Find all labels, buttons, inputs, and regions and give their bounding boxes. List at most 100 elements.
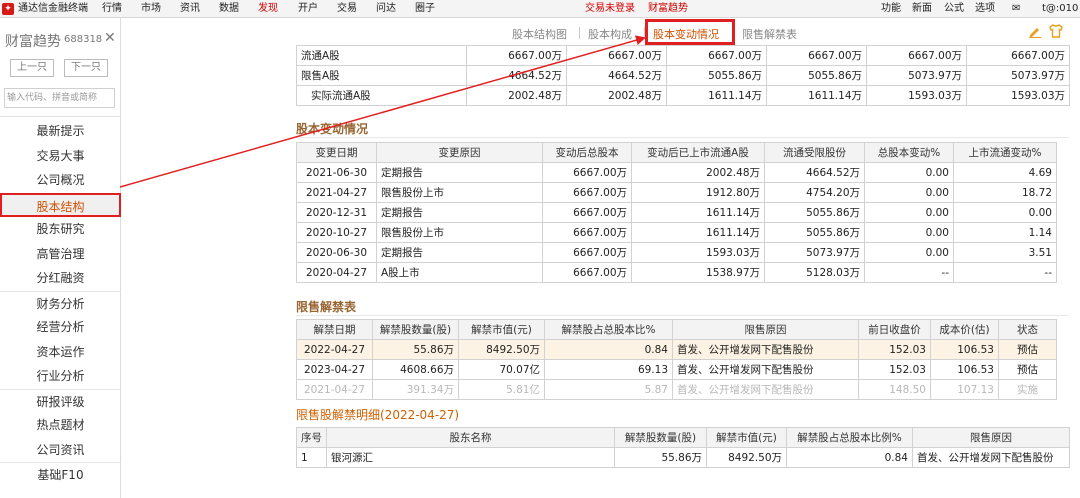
row-label: 实际流通A股 xyxy=(296,85,467,106)
table-cell: 3.51 xyxy=(953,242,1057,263)
sidebar-item[interactable]: 行业分析 xyxy=(0,364,121,389)
menu-item[interactable]: 行情 xyxy=(102,0,122,18)
divider xyxy=(0,116,121,117)
table-cell: 1 xyxy=(296,447,327,468)
sidebar-item[interactable]: 交易大事 xyxy=(0,144,121,169)
column-header: 限售原因 xyxy=(672,319,859,340)
tab-share-chart[interactable]: 股本结构图 xyxy=(512,26,567,42)
column-header: 变动后总股本 xyxy=(542,142,632,163)
prev-stock-button[interactable]: 上一只 xyxy=(10,59,54,77)
table-cell: 6667.00万 xyxy=(542,162,632,183)
shirt-icon[interactable] xyxy=(1048,23,1064,39)
table-cell: 限售股份上市 xyxy=(376,182,543,203)
table-row: 2021-06-30 定期报告 6667.00万 2002.48万 4664.5… xyxy=(296,162,1057,183)
table-cell: 1593.03万 xyxy=(631,242,765,263)
table-cell: 5073.97万 xyxy=(966,65,1070,86)
menu-item[interactable]: 数据 xyxy=(219,0,239,18)
tab-unlock-table[interactable]: 限售解禁表 xyxy=(742,26,797,42)
table-cell: 0.00 xyxy=(864,202,954,223)
table-cell: 69.13 xyxy=(544,359,673,380)
column-header: 上市流通变动% xyxy=(953,142,1057,163)
menu-item[interactable]: 问达 xyxy=(376,0,396,18)
table-cell: 55.86万 xyxy=(614,447,707,468)
table-row[interactable]: 2023-04-27 4608.66万 70.07亿 69.13 首发、公开增发… xyxy=(296,359,1057,380)
table-cell: 6667.00万 xyxy=(966,45,1070,66)
edit-icon[interactable] xyxy=(1028,24,1042,38)
sidebar-item[interactable]: 公司资讯 xyxy=(0,438,121,463)
server-label: t@:010 xyxy=(1042,3,1079,14)
trade-login-status[interactable]: 交易未登录 xyxy=(585,0,635,18)
table-cell: 定期报告 xyxy=(376,162,543,183)
sidebar-item[interactable]: 股东研究 xyxy=(0,217,121,242)
column-header: 变更原因 xyxy=(376,142,543,163)
column-header: 状态 xyxy=(998,319,1057,340)
sidebar-item[interactable]: 基础F10 xyxy=(0,462,121,487)
table-cell: 6667.00万 xyxy=(542,202,632,223)
table-cell: 预估 xyxy=(998,339,1057,360)
table-cell: 8492.50万 xyxy=(458,339,545,360)
menu-item-right[interactable]: 新面 xyxy=(912,0,932,18)
column-header: 解禁市值(元) xyxy=(706,427,787,448)
table-cell: 5055.86万 xyxy=(764,222,865,243)
tab-share-composition[interactable]: 股本构成 xyxy=(588,26,632,42)
table-cell: 4608.66万 xyxy=(372,359,459,380)
menu-item-active[interactable]: 发现 xyxy=(258,0,278,18)
menu-item-right[interactable]: 公式 xyxy=(944,0,964,18)
close-icon[interactable]: ✕ xyxy=(104,30,116,46)
column-header: 解禁股数量(股) xyxy=(372,319,459,340)
sidebar-item[interactable]: 财务分析 xyxy=(0,290,121,316)
table-cell: 实施 xyxy=(998,379,1057,400)
table-row: 1 银河源汇 55.86万 8492.50万 0.84 首发、公开增发网下配售股… xyxy=(296,447,1070,468)
divider xyxy=(296,137,1069,138)
menu-item[interactable]: 市场 xyxy=(141,0,161,18)
table-cell: 定期报告 xyxy=(376,202,543,223)
table-cell: 55.86万 xyxy=(372,339,459,360)
table-cell: 5073.97万 xyxy=(764,242,865,263)
sidebar-item[interactable]: 经营分析 xyxy=(0,315,121,340)
search-input[interactable]: 输入代码、拼音或简称 xyxy=(4,88,115,108)
table-cell: -- xyxy=(953,262,1057,283)
table-cell: 6667.00万 xyxy=(566,45,667,66)
next-stock-button[interactable]: 下一只 xyxy=(64,59,108,77)
table-row[interactable]: 2021-04-27 391.34万 5.81亿 5.87 首发、公开增发网下配… xyxy=(296,379,1057,400)
table-cell: 首发、公开增发网下配售股份 xyxy=(672,379,859,400)
column-header: 总股本变动% xyxy=(864,142,954,163)
table-row: 限售A股 4664.52万 4664.52万 5055.86万 5055.86万… xyxy=(296,65,1070,86)
table-cell: -- xyxy=(864,262,954,283)
table-row: 2021-04-27 限售股份上市 6667.00万 1912.80万 4754… xyxy=(296,182,1057,203)
menu-item[interactable]: 交易 xyxy=(337,0,357,18)
message-icon[interactable]: ✉ xyxy=(1012,0,1020,18)
table-cell: 2020-06-30 xyxy=(296,242,377,263)
table-cell: 2020-12-31 xyxy=(296,202,377,223)
table-cell: 70.07亿 xyxy=(458,359,545,380)
main-content: 股本结构图 股本构成 股本变动情况 限售解禁表 流通A股 6667.00万 66… xyxy=(283,18,1080,498)
menu-item[interactable]: 资讯 xyxy=(180,0,200,18)
menu-item-right[interactable]: 功能 xyxy=(881,0,901,18)
table-cell: 2002.48万 xyxy=(566,85,667,106)
sidebar-item[interactable]: 研报评级 xyxy=(0,388,121,414)
column-header: 前日收盘价 xyxy=(858,319,931,340)
section-title: 股本变动情况 xyxy=(296,122,369,136)
table-row: 流通A股 6667.00万 6667.00万 6667.00万 6667.00万… xyxy=(296,45,1070,66)
sidebar-item[interactable]: 最新提示 xyxy=(0,119,121,144)
sidebar-item[interactable]: 高管治理 xyxy=(0,242,121,267)
column-header: 变更日期 xyxy=(296,142,377,163)
top-menu-bar: ✦ 通达信金融终端 行情 市场 资讯 数据 发现 开户 交易 问达 圈子 交易未… xyxy=(0,0,1080,18)
table-cell: 1593.03万 xyxy=(866,85,967,106)
table-cell: 6667.00万 xyxy=(542,222,632,243)
tab-divider xyxy=(579,27,580,39)
column-header: 解禁日期 xyxy=(296,319,373,340)
table-cell: 152.03 xyxy=(858,339,931,360)
sidebar-item[interactable]: 资本运作 xyxy=(0,340,121,365)
sidebar-item[interactable]: 热点题材 xyxy=(0,413,121,438)
menu-item[interactable]: 开户 xyxy=(298,0,318,18)
table-cell: 1593.03万 xyxy=(966,85,1070,106)
table-cell: 6667.00万 xyxy=(466,45,567,66)
sidebar-item-active[interactable]: 股本结构 xyxy=(0,192,121,217)
menu-item-right[interactable]: 选项 xyxy=(975,0,995,18)
table-row-selected[interactable]: 2022-04-27 55.86万 8492.50万 0.84 首发、公开增发网… xyxy=(296,339,1057,360)
table-cell: 0.00 xyxy=(864,222,954,243)
menu-item[interactable]: 圈子 xyxy=(415,0,435,18)
sidebar-item[interactable]: 分红融资 xyxy=(0,266,121,291)
sidebar-item[interactable]: 公司概况 xyxy=(0,168,121,193)
